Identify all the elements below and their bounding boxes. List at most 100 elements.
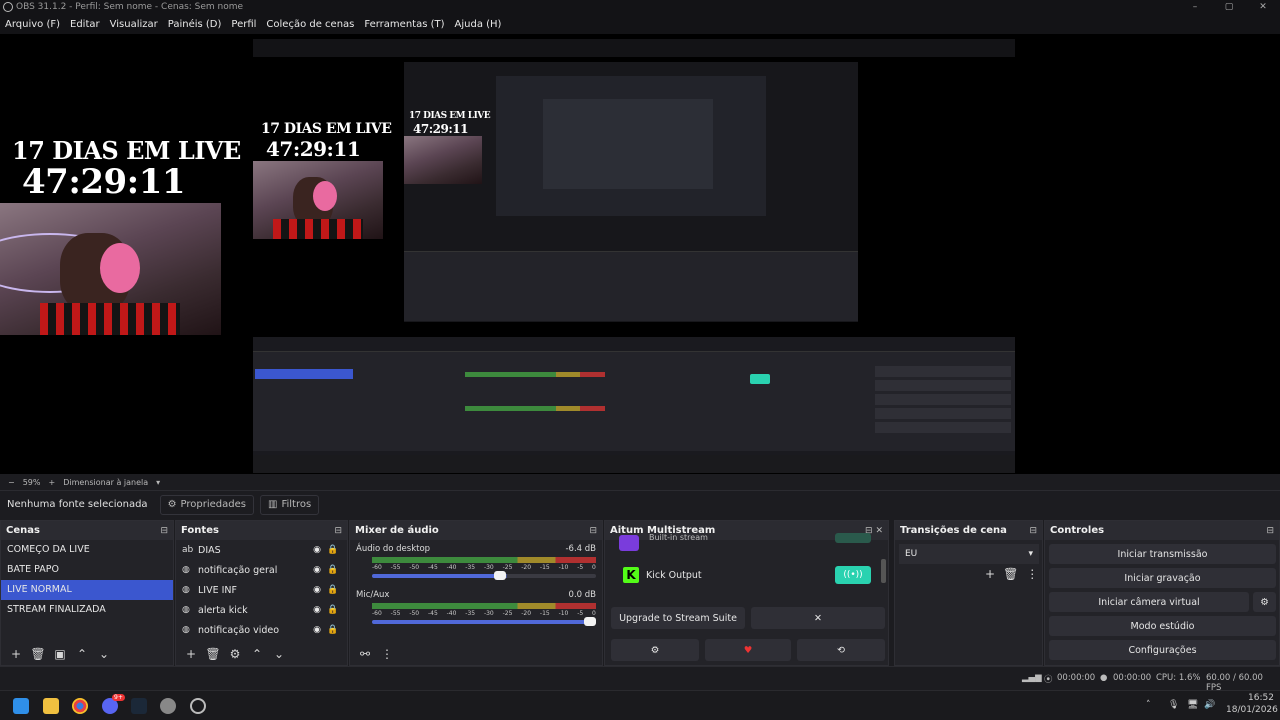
zoom-in-button[interactable]: +	[48, 478, 55, 487]
dock-undock-icon[interactable]: ⊟	[1266, 526, 1274, 536]
dismiss-button[interactable]: ✕	[751, 607, 885, 629]
trash-icon[interactable]: 🗑	[1003, 567, 1018, 581]
lock-icon[interactable]: 🔒	[325, 565, 341, 575]
gear-icon: ⚙	[167, 499, 177, 510]
mic-icon[interactable]: 🎙	[1168, 700, 1179, 710]
chevron-up-icon[interactable]: ˄	[1146, 700, 1151, 710]
steam-icon[interactable]	[131, 698, 147, 714]
properties-button[interactable]: ⚙ Propriedades	[159, 494, 254, 515]
preview-canvas[interactable]: 17 DIAS EM LIVE 47:29:11 17 DIAS EM LIVE…	[0, 34, 1280, 474]
menu-paineis[interactable]: Painéis (D)	[163, 19, 227, 30]
move-down-icon[interactable]: ⌄	[95, 647, 113, 661]
mixer-channel: Mic/Aux 0.0 dB -60 -55 -50 -45 -40 -35 -30 -25 -2…	[350, 590, 602, 626]
source-item[interactable]: ◍ LIVE INF ◉ 🔒	[176, 580, 347, 600]
stream-time: 00:00:00	[1057, 673, 1096, 683]
dock-undock-icon[interactable]: ⊟	[160, 526, 168, 536]
eye-icon[interactable]: ◉	[309, 565, 325, 575]
transition-select[interactable]: EU ▾	[899, 544, 1039, 564]
move-down-icon[interactable]: ⌄	[270, 647, 288, 661]
dock-undock-icon[interactable]: ⊟	[589, 526, 597, 536]
lock-icon[interactable]: 🔒	[325, 605, 341, 615]
timer-overlay-text: 47:29:11	[22, 162, 186, 202]
link-icon[interactable]: ⚯	[356, 647, 374, 661]
source-item[interactable]: ab DIAS ◉ 🔒	[176, 540, 347, 560]
trash-icon[interactable]: 🗑	[204, 647, 222, 661]
refresh-icon[interactable]: ⟲	[797, 639, 885, 661]
scene-item-selected[interactable]: LIVE NORMAL	[1, 580, 173, 600]
slider-handle[interactable]	[584, 617, 596, 626]
menu-ferramentas[interactable]: Ferramentas (T)	[359, 19, 449, 30]
scene-item[interactable]: COMEÇO DA LIVE	[1, 540, 173, 560]
more-icon[interactable]: ⋮	[1026, 567, 1038, 581]
menu-bar: Arquivo (F) Editar Visualizar Painéis (D…	[0, 14, 1280, 34]
upgrade-button[interactable]: Upgrade to Stream Suite	[611, 607, 745, 629]
eye-icon[interactable]: ◉	[309, 625, 325, 635]
settings-button[interactable]: Configurações	[1049, 640, 1276, 660]
eye-icon[interactable]: ◉	[309, 585, 325, 595]
filter-icon[interactable]: ▣	[51, 647, 69, 661]
add-scene-button[interactable]: +	[7, 647, 25, 661]
windows-start-icon[interactable]	[13, 698, 29, 714]
heart-icon[interactable]: ♥	[705, 639, 791, 661]
menu-arquivo[interactable]: Arquivo (F)	[0, 19, 65, 30]
record-time: 00:00:00	[1113, 673, 1152, 683]
scene-item[interactable]: STREAM FINALIZADA	[1, 600, 173, 620]
file-explorer-icon[interactable]	[43, 698, 59, 714]
gear-icon[interactable]: ⚙	[611, 639, 699, 661]
resize-to-window[interactable]: Dimensionar à janela	[63, 478, 148, 487]
kick-live-toggle[interactable]: ((•))	[835, 566, 871, 584]
source-name: notificação geral	[198, 564, 278, 576]
settings-app-icon[interactable]	[160, 698, 176, 714]
start-streaming-button[interactable]: Iniciar transmissão	[1049, 544, 1276, 564]
move-up-icon[interactable]: ⌃	[248, 647, 266, 661]
record-status-icon: ●	[1100, 673, 1108, 683]
clock-date[interactable]: 18/01/2026	[1226, 705, 1278, 715]
maximize-button[interactable]: ▢	[1212, 0, 1246, 14]
meter-ticks: -60 -55 -50 -45 -40 -35 -30 -25 -20 -15 -10 -5 0	[372, 610, 596, 617]
gear-icon[interactable]: ⚙	[1253, 592, 1276, 612]
gear-icon[interactable]: ⚙	[226, 647, 244, 661]
source-item[interactable]: ◍ notificação video ◉ 🔒	[176, 620, 347, 640]
close-window-button[interactable]: ✕	[1246, 0, 1280, 14]
lock-icon[interactable]: 🔒	[325, 585, 341, 595]
more-icon[interactable]: ⋮	[378, 647, 396, 661]
zoom-out-button[interactable]: −	[8, 478, 15, 487]
slider-handle[interactable]	[494, 571, 507, 580]
source-item[interactable]: ◍ notificação geral ◉ 🔒	[176, 560, 347, 580]
menu-perfil[interactable]: Perfil	[226, 19, 261, 30]
dock-undock-icon[interactable]: ⊟	[1029, 526, 1037, 536]
obs-taskbar-icon[interactable]	[190, 698, 206, 714]
start-recording-button[interactable]: Iniciar gravação	[1049, 568, 1276, 588]
menu-visualizar[interactable]: Visualizar	[105, 19, 163, 30]
network-icon[interactable]: 🖥	[1187, 700, 1198, 710]
lock-icon[interactable]: 🔒	[325, 625, 341, 635]
kick-icon: K	[623, 567, 639, 583]
lock-icon[interactable]: 🔒	[325, 545, 341, 555]
eye-icon[interactable]: ◉	[309, 605, 325, 615]
source-item[interactable]: ◍ alerta kick ◉ 🔒	[176, 600, 347, 620]
speaker-icon[interactable]: 🔊	[1204, 700, 1215, 710]
volume-slider[interactable]	[372, 571, 596, 580]
add-source-button[interactable]: +	[182, 647, 200, 661]
move-up-icon[interactable]: ⌃	[73, 647, 91, 661]
add-transition-button[interactable]: +	[985, 567, 995, 581]
start-virtual-camera-button[interactable]: Iniciar câmera virtual	[1049, 592, 1249, 612]
chrome-icon[interactable]	[72, 698, 88, 714]
sources-dock: Fontes ⊟ ab DIAS ◉ 🔒 ◍ notificação geral ◉ 🔒 ◍ L…	[175, 520, 348, 666]
studio-mode-button[interactable]: Modo estúdio	[1049, 616, 1276, 636]
filters-button[interactable]: ▥ Filtros	[259, 494, 320, 515]
chevron-down-icon[interactable]: ▾	[156, 478, 160, 487]
menu-ajuda[interactable]: Ajuda (H)	[450, 19, 507, 30]
eye-icon[interactable]: ◉	[309, 545, 325, 555]
minimize-button[interactable]: –	[1178, 0, 1212, 14]
menu-colecao-cenas[interactable]: Coleção de cenas	[261, 19, 359, 30]
menu-editar[interactable]: Editar	[65, 19, 105, 30]
dock-undock-icon[interactable]: ⊟	[334, 526, 342, 536]
clock-time[interactable]: 16:52	[1248, 693, 1274, 703]
scenes-title: Cenas	[6, 525, 40, 536]
scrollbar[interactable]	[881, 559, 886, 583]
volume-slider[interactable]	[372, 617, 596, 626]
source-name: notificação video	[198, 624, 280, 636]
trash-icon[interactable]: 🗑	[29, 647, 47, 661]
scene-item[interactable]: BATE PAPO	[1, 560, 173, 580]
